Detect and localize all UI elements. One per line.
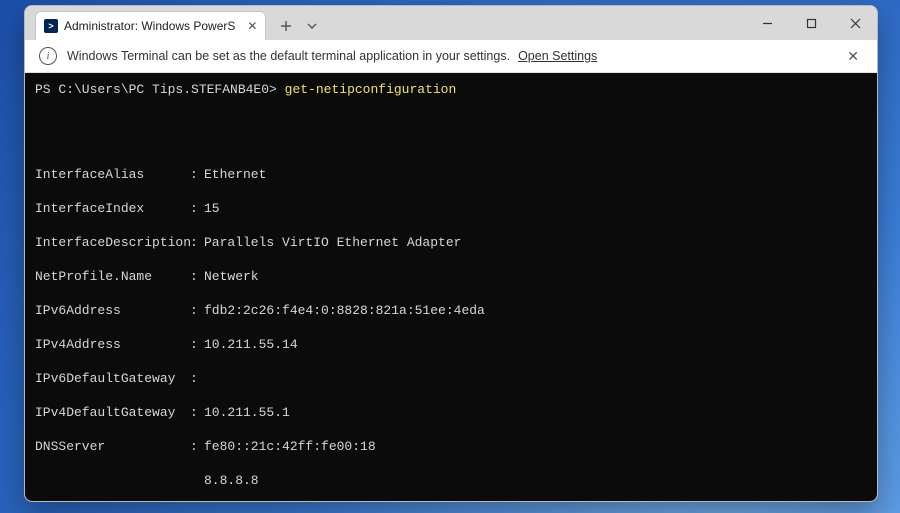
output-row: IPv4DefaultGateway: 10.211.55.1 — [35, 404, 867, 421]
open-settings-link[interactable]: Open Settings — [518, 49, 597, 63]
terminal-pane[interactable]: PS C:\Users\PC Tips.STEFANB4E0> get-neti… — [25, 73, 877, 501]
output-row: InterfaceAlias: Ethernet — [35, 166, 867, 183]
output-row: InterfaceIndex: 15 — [35, 200, 867, 217]
terminal-window: > Administrator: Windows PowerS ✕ — [24, 5, 878, 502]
new-tab-button[interactable] — [272, 12, 300, 40]
titlebar: > Administrator: Windows PowerS ✕ — [25, 6, 877, 40]
tab-dropdown-button[interactable] — [300, 12, 324, 40]
close-window-button[interactable] — [833, 6, 877, 40]
close-tab-icon[interactable]: ✕ — [247, 19, 257, 33]
desktop: > Administrator: Windows PowerS ✕ — [0, 0, 900, 513]
command-1: get-netipconfiguration — [285, 82, 457, 97]
tab-title: Administrator: Windows PowerS — [64, 19, 235, 33]
infobar: i Windows Terminal can be set as the def… — [25, 40, 877, 73]
prompt: PS C:\Users\PC Tips.STEFANB4E0> — [35, 82, 277, 97]
tab-powershell[interactable]: > Administrator: Windows PowerS ✕ — [35, 11, 266, 40]
output-row: DNSServer: fe80::21c:42ff:fe00:18 — [35, 438, 867, 455]
dismiss-infobar-button[interactable]: ✕ — [843, 44, 863, 69]
infobar-text: Windows Terminal can be set as the defau… — [67, 49, 510, 63]
minimize-button[interactable] — [745, 6, 789, 40]
window-controls — [745, 6, 877, 40]
powershell-icon: > — [44, 19, 58, 33]
output-row: IPv6Address: fdb2:2c26:f4e4:0:8828:821a:… — [35, 302, 867, 319]
info-icon: i — [39, 47, 57, 65]
output-row: InterfaceDescription: Parallels VirtIO E… — [35, 234, 867, 251]
maximize-button[interactable] — [789, 6, 833, 40]
output-row: IPv4Address: 10.211.55.14 — [35, 336, 867, 353]
output-row: NetProfile.Name: Netwerk — [35, 268, 867, 285]
output-row: 8.8.8.8 — [35, 472, 867, 489]
output-row: IPv6DefaultGateway: — [35, 370, 867, 387]
